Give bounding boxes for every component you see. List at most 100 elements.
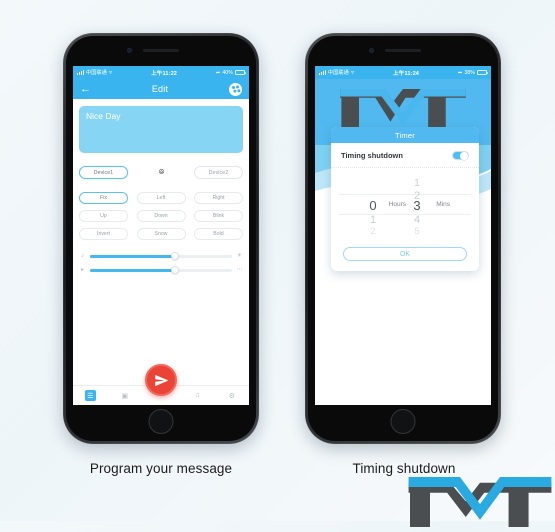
edit-screen-body: Nice Day Device1 ⦾ Device2 Fix Left Righ… bbox=[73, 99, 249, 405]
brightness-slider-thumb[interactable] bbox=[171, 252, 180, 260]
front-camera-icon bbox=[369, 48, 374, 53]
battery-icon bbox=[477, 70, 488, 75]
effect-button-left[interactable]: Left bbox=[136, 192, 186, 204]
left-phone-top-hardware bbox=[66, 36, 256, 66]
speed-icon: ▸ bbox=[80, 267, 84, 273]
ok-button[interactable]: OK bbox=[343, 247, 467, 261]
effect-row: Invert Snow Bold bbox=[79, 228, 243, 240]
device-button-1[interactable]: Device1 bbox=[79, 166, 128, 179]
right-phone-bezel: 中国联通 ▿ 上午11:24 ➦ 38% Timer Timing shutdo… bbox=[308, 36, 498, 441]
message-input[interactable]: Nice Day bbox=[79, 106, 243, 153]
earpiece-speaker bbox=[143, 49, 179, 52]
slider-group: ♪ ☀ ▸ ⋯ bbox=[79, 252, 243, 274]
home-button[interactable] bbox=[148, 409, 174, 434]
music-icon: ♫ bbox=[194, 392, 200, 399]
status-time: 上午11:24 bbox=[393, 70, 419, 77]
effect-button-bold[interactable]: Bold bbox=[194, 228, 243, 240]
right-phone-top-hardware bbox=[308, 36, 498, 66]
device-button-2[interactable]: Device2 bbox=[194, 166, 243, 179]
hours-unit-label: Hours bbox=[388, 201, 406, 208]
speed-slider[interactable] bbox=[90, 266, 232, 274]
battery-percent-label: 38% bbox=[464, 69, 475, 76]
effect-button-right[interactable]: Right bbox=[194, 192, 243, 204]
hours-picker-column[interactable]: 0 1 2 Hours bbox=[361, 168, 406, 240]
toggle-knob bbox=[460, 152, 468, 160]
status-time: 上午11:22 bbox=[151, 70, 177, 77]
effect-button-grid: Fix Left Right Up Down Blink Invert Snow… bbox=[79, 192, 243, 240]
hours-next2-value: 2 bbox=[370, 226, 376, 237]
timing-shutdown-toggle[interactable] bbox=[452, 151, 469, 160]
home-button[interactable] bbox=[390, 409, 416, 434]
mins-unit-label: Mins bbox=[436, 201, 450, 208]
left-phone-screen: 中国联通 ▿ 上午11:22 ➦ 40% ← Edit Nice Day Dev… bbox=[73, 66, 249, 405]
left-nav-bar: ← Edit bbox=[73, 79, 249, 99]
battery-icon bbox=[235, 70, 246, 75]
location-icon: ➦ bbox=[216, 69, 221, 76]
mins-next2-value: 5 bbox=[414, 226, 420, 237]
effect-button-snow[interactable]: Snow bbox=[136, 228, 186, 240]
right-status-bar: 中国联通 ▿ 上午11:24 ➦ 38% bbox=[315, 66, 491, 79]
watermark-logo bbox=[405, 477, 555, 527]
right-phone-mockup: 中国联通 ▿ 上午11:24 ➦ 38% Timer Timing shutdo… bbox=[305, 33, 501, 444]
timer-screen: Timer Timing shutdown 0 1 2 Hours 1 2 3 … bbox=[315, 79, 491, 405]
status-right-group: ➦ 40% bbox=[216, 69, 246, 76]
effect-row: Up Down Blink bbox=[79, 210, 243, 222]
send-paper-plane-icon bbox=[154, 374, 168, 386]
dialog-title: Timer bbox=[331, 127, 479, 143]
dots-icon: ⋯ bbox=[236, 267, 243, 273]
tab-music[interactable]: ♫ bbox=[180, 390, 215, 401]
effect-button-invert[interactable]: Invert bbox=[79, 228, 128, 240]
tab-image[interactable]: ▣ bbox=[108, 390, 143, 401]
link-icon[interactable]: ⦾ bbox=[149, 167, 173, 178]
hours-next-value: 1 bbox=[369, 214, 377, 226]
tab-text[interactable]: ☰ bbox=[73, 390, 108, 401]
mins-next-value: 4 bbox=[413, 214, 421, 226]
status-left-group: 中国联通 ▿ bbox=[77, 69, 112, 76]
brand-logo-icon bbox=[408, 477, 552, 527]
left-phone-mockup: 中国联通 ▿ 上午11:22 ➦ 40% ← Edit Nice Day Dev… bbox=[63, 33, 259, 444]
send-button[interactable] bbox=[145, 364, 177, 396]
carrier-label: 中国联通 bbox=[327, 70, 349, 76]
timer-dialog: Timer Timing shutdown 0 1 2 Hours 1 2 3 … bbox=[331, 127, 479, 271]
status-left-group: 中国联通 ▿ bbox=[319, 69, 354, 76]
wifi-icon: ▿ bbox=[108, 69, 113, 76]
battery-percent-label: 40% bbox=[222, 69, 233, 76]
brightness-icon: ☀ bbox=[236, 253, 243, 259]
speed-slider-row: ▸ ⋯ bbox=[79, 266, 243, 274]
back-arrow-icon[interactable]: ← bbox=[80, 83, 91, 95]
timing-shutdown-row: Timing shutdown bbox=[331, 143, 479, 168]
wifi-icon: ▿ bbox=[350, 69, 355, 76]
effect-button-blink[interactable]: Blink bbox=[194, 210, 243, 222]
tab-settings[interactable]: ⚙ bbox=[215, 390, 250, 401]
timing-shutdown-label: Timing shutdown bbox=[341, 151, 403, 160]
signal-bars-icon bbox=[319, 70, 326, 75]
image-icon: ▣ bbox=[121, 392, 129, 400]
text-icon: ☰ bbox=[84, 390, 96, 401]
duration-picker: 0 1 2 Hours 1 2 3 4 5 Mins bbox=[331, 168, 479, 240]
device-selector-row: Device1 ⦾ Device2 bbox=[79, 166, 243, 179]
location-icon: ➦ bbox=[458, 69, 463, 76]
palette-icon[interactable] bbox=[229, 82, 242, 96]
speed-slider-thumb[interactable] bbox=[171, 266, 180, 274]
dialog-footer: OK bbox=[331, 240, 479, 271]
right-phone-screen: 中国联通 ▿ 上午11:24 ➦ 38% Timer Timing shutdo… bbox=[315, 66, 491, 405]
carrier-label: 中国联通 bbox=[85, 70, 107, 76]
brightness-slider-row: ♪ ☀ bbox=[79, 252, 243, 260]
brightness-slider[interactable] bbox=[90, 252, 232, 260]
mins-picker-column[interactable]: 1 2 3 4 5 Mins bbox=[405, 168, 450, 240]
left-status-bar: 中国联通 ▿ 上午11:22 ➦ 40% bbox=[73, 66, 249, 79]
mins-prev2-value: 1 bbox=[414, 178, 420, 189]
left-phone-bezel: 中国联通 ▿ 上午11:22 ➦ 40% ← Edit Nice Day Dev… bbox=[66, 36, 256, 441]
effect-row: Fix Left Right bbox=[79, 192, 243, 204]
page-title: Edit bbox=[151, 84, 169, 94]
front-camera-icon bbox=[127, 48, 132, 53]
status-right-group: ➦ 38% bbox=[458, 69, 488, 76]
signal-bars-icon bbox=[77, 70, 84, 75]
caption-left: Program your message bbox=[89, 461, 233, 476]
effect-button-fix[interactable]: Fix bbox=[79, 192, 128, 204]
effect-button-up[interactable]: Up bbox=[79, 210, 128, 222]
effect-button-down[interactable]: Down bbox=[136, 210, 186, 222]
earpiece-speaker bbox=[385, 49, 421, 52]
gear-icon: ⚙ bbox=[228, 392, 235, 400]
caption-right: Timing shutdown bbox=[352, 461, 456, 476]
